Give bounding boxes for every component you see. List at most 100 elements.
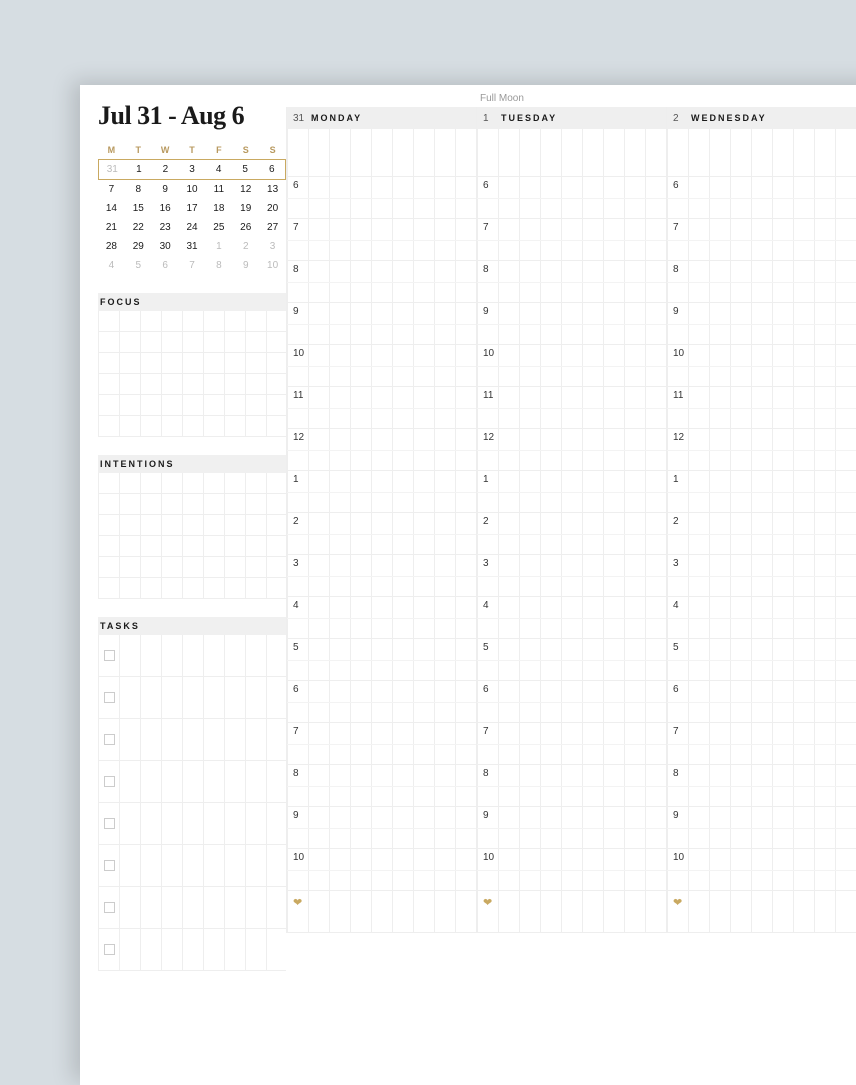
mini-cal-cell: 2 [232,237,259,256]
hour-label: 1 [673,474,679,485]
hour-row: 9 [667,303,856,345]
task-checkbox[interactable] [104,776,115,787]
hour-row: 9 [287,807,476,849]
task-checkbox[interactable] [104,818,115,829]
hour-label: 7 [673,222,679,233]
hour-row: 8 [667,765,856,807]
hour-label: 2 [293,516,299,527]
hour-row: 7 [477,219,666,261]
hour-label: 4 [673,600,679,611]
hour-row: 6 [477,177,666,219]
task-row [98,635,286,677]
day-name: WEDNESDAY [691,113,767,123]
mini-cal-cell: 5 [232,160,259,179]
week-range-title: Jul 31 - Aug 6 [98,101,286,131]
mini-cal-cell: 18 [205,199,232,218]
heart-icon: ❤︎ [293,896,302,909]
task-checkbox[interactable] [104,860,115,871]
mini-cal-cell: 8 [125,180,152,199]
mini-cal-cell: 25 [205,218,232,237]
mini-cal-cell: 10 [179,180,206,199]
day-columns: 31MONDAY678910111212345678910❤︎1TUESDAY6… [286,107,856,933]
mini-cal-day-header: S [232,145,259,159]
hour-label: 1 [293,474,299,485]
task-row [98,887,286,929]
day-column: 31MONDAY678910111212345678910❤︎ [286,107,476,933]
hour-row: 10 [287,345,476,387]
day-top-space [477,129,666,177]
mini-cal-cell: 4 [98,256,125,275]
task-row [98,719,286,761]
mini-cal-cell: 16 [152,199,179,218]
hour-row: 5 [477,639,666,681]
hour-row: 5 [667,639,856,681]
hour-row: 10 [667,849,856,891]
focus-area [98,311,286,437]
hour-label: 12 [293,432,304,443]
mini-cal-cell: 23 [152,218,179,237]
hour-label: 6 [483,684,489,695]
mini-cal-row: 21222324252627 [98,218,286,237]
task-checkbox[interactable] [104,734,115,745]
mini-cal-cell: 9 [232,256,259,275]
sidebar: Jul 31 - Aug 6 MTWTFSS 31123456789101112… [98,101,286,971]
task-row [98,803,286,845]
hour-label: 8 [673,768,679,779]
task-row [98,677,286,719]
hour-row: 9 [477,303,666,345]
intentions-area [98,473,286,599]
hour-row: 10 [287,849,476,891]
day-column: 1TUESDAY678910111212345678910❤︎ [476,107,666,933]
mini-cal-cell: 21 [98,218,125,237]
hour-label: 8 [483,768,489,779]
hour-label: 3 [483,558,489,569]
mini-cal-day-header: W [152,145,179,159]
mini-cal-day-header: M [98,145,125,159]
mini-cal-cell: 1 [205,237,232,256]
mini-cal-cell: 3 [179,160,206,179]
hour-label: 11 [483,390,493,401]
hour-label: 9 [483,306,489,317]
hour-row: 4 [287,597,476,639]
hour-row: 10 [477,849,666,891]
hour-label: 6 [293,180,299,191]
hour-row: 8 [287,765,476,807]
hour-label: 7 [293,222,299,233]
hour-row: 3 [287,555,476,597]
hour-row: 11 [287,387,476,429]
mini-cal-cell: 3 [259,237,286,256]
footer-row: ❤︎ [667,891,856,933]
mini-cal-cell: 10 [259,256,286,275]
mini-cal-cell: 26 [232,218,259,237]
mini-cal-day-header: S [259,145,286,159]
task-checkbox[interactable] [104,650,115,661]
mini-cal-row: 78910111213 [98,180,286,199]
hour-label: 7 [673,726,679,737]
task-checkbox[interactable] [104,692,115,703]
mini-cal-cell: 9 [152,180,179,199]
task-checkbox[interactable] [104,902,115,913]
planner-page: Full Moon Jul 31 - Aug 6 MTWTFSS 3112345… [80,85,856,1085]
hour-label: 4 [293,600,299,611]
moon-phase-label: Full Moon [480,93,524,104]
hour-label: 7 [293,726,299,737]
hour-label: 9 [483,810,489,821]
heart-icon: ❤︎ [673,896,682,909]
hour-label: 2 [673,516,679,527]
day-number: 1 [483,113,501,124]
hour-row: 8 [667,261,856,303]
hour-row: 1 [287,471,476,513]
hour-row: 5 [287,639,476,681]
hour-row: 3 [667,555,856,597]
mini-cal-cell: 6 [152,256,179,275]
footer-row: ❤︎ [287,891,476,933]
mini-cal-cell: 17 [179,199,206,218]
hour-row: 6 [287,177,476,219]
hour-row: 8 [477,261,666,303]
hour-label: 12 [483,432,494,443]
mini-cal-cell: 27 [259,218,286,237]
mini-cal-cell: 8 [205,256,232,275]
hour-label: 11 [673,390,683,401]
hour-label: 6 [673,180,679,191]
heart-icon: ❤︎ [483,896,492,909]
